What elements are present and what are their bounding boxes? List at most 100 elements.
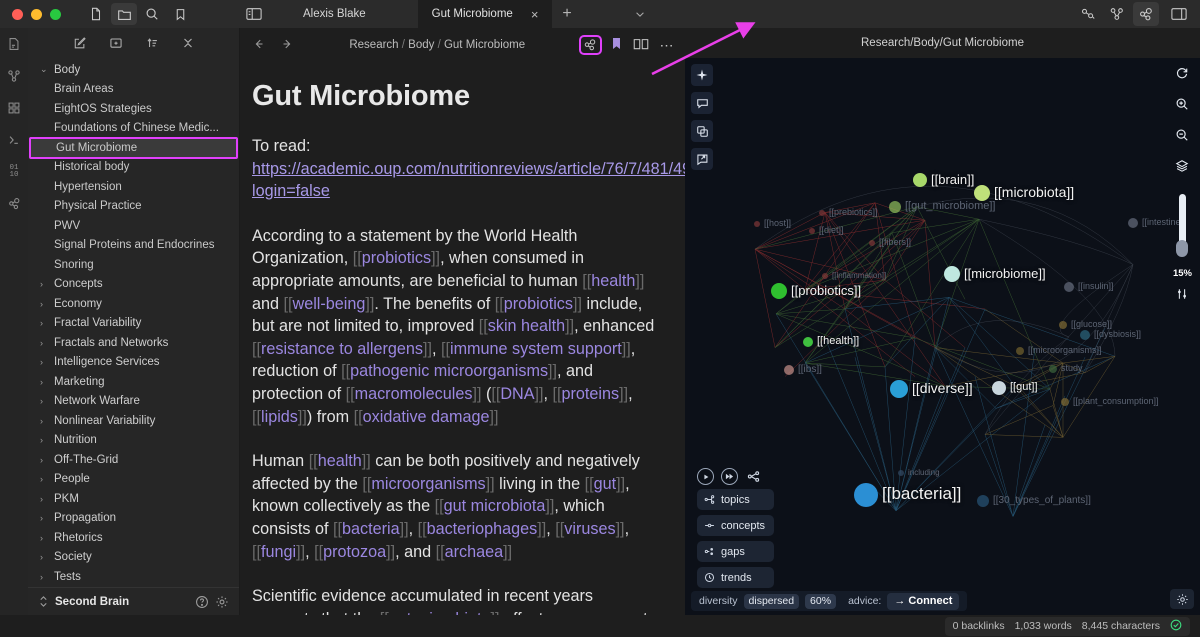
sidebar-item-venture-capital[interactable]: ›Venture Capital bbox=[28, 587, 239, 588]
chevron-right-icon[interactable]: › bbox=[40, 299, 54, 309]
sidebar-item-society[interactable]: ›Society bbox=[28, 548, 239, 568]
wikilink[interactable]: pathogenic microorganisms bbox=[350, 362, 548, 380]
folder-icon[interactable] bbox=[111, 3, 137, 25]
graph-node[interactable] bbox=[1080, 330, 1090, 340]
sparkle-icon[interactable] bbox=[691, 64, 713, 86]
chevron-right-icon[interactable]: › bbox=[40, 552, 54, 562]
breadcrumb[interactable]: Research / Body / Gut Microbiome bbox=[294, 39, 581, 51]
chevron-right-icon[interactable]: › bbox=[40, 455, 54, 465]
chevron-right-icon[interactable]: › bbox=[40, 396, 54, 406]
graph-node[interactable] bbox=[809, 228, 815, 234]
vault-switch-icon[interactable] bbox=[38, 595, 49, 608]
sidebar-item-hypertension[interactable]: Hypertension bbox=[28, 177, 239, 197]
sidebar-item-rhetorics[interactable]: ›Rhetorics bbox=[28, 528, 239, 548]
graph-node[interactable] bbox=[1061, 398, 1069, 406]
wikilink[interactable]: immune system support bbox=[450, 340, 622, 358]
chevron-right-icon[interactable]: › bbox=[40, 357, 54, 367]
sidebar-item-fractals-and-networks[interactable]: ›Fractals and Networks bbox=[28, 333, 239, 353]
wikilink[interactable]: fungi bbox=[261, 543, 296, 561]
chevron-down-icon[interactable] bbox=[634, 0, 646, 28]
graph-node[interactable] bbox=[1059, 321, 1067, 329]
graph-node[interactable] bbox=[803, 337, 813, 347]
fast-forward-icon[interactable] bbox=[721, 468, 738, 485]
graph-node[interactable] bbox=[1064, 282, 1074, 292]
wikilink[interactable]: lipids bbox=[261, 408, 298, 426]
sidebar-item-people[interactable]: ›People bbox=[28, 470, 239, 490]
maximize-window-button[interactable] bbox=[50, 9, 61, 20]
zoom-slider-handle[interactable] bbox=[1176, 240, 1188, 257]
graph-node[interactable] bbox=[1128, 218, 1138, 228]
right-sidebar-icon[interactable] bbox=[1166, 2, 1192, 26]
chevron-right-icon[interactable]: › bbox=[40, 416, 54, 426]
sort-icon[interactable] bbox=[145, 36, 159, 50]
breadcrumb-part[interactable]: Body bbox=[408, 39, 434, 51]
folder-tree[interactable]: ⌄BodyBrain AreasEightOS StrategiesFounda… bbox=[28, 54, 239, 587]
chevron-right-icon[interactable]: › bbox=[40, 474, 54, 484]
graph-node[interactable] bbox=[1016, 347, 1024, 355]
graph-node[interactable] bbox=[890, 380, 908, 398]
sidebar-item-propagation[interactable]: ›Propagation bbox=[28, 509, 239, 529]
sidebar-item-physical-practice[interactable]: Physical Practice bbox=[28, 197, 239, 217]
wikilink[interactable]: health bbox=[318, 452, 362, 470]
sidebar-item-economy[interactable]: ›Economy bbox=[28, 294, 239, 314]
open-external-icon[interactable] bbox=[691, 148, 713, 170]
sidebar-item-historical-body[interactable]: Historical body bbox=[28, 158, 239, 178]
graph-node[interactable] bbox=[974, 185, 990, 201]
graph-node[interactable] bbox=[898, 470, 904, 476]
document-icon[interactable] bbox=[3, 34, 25, 54]
sidebar-item-nonlinear-variability[interactable]: ›Nonlinear Variability bbox=[28, 411, 239, 431]
advice-connect-button[interactable]: → Connect bbox=[887, 593, 959, 610]
sidebar-item-snoring[interactable]: Snoring bbox=[28, 255, 239, 275]
window-controls[interactable] bbox=[0, 9, 71, 20]
refresh-icon[interactable] bbox=[1175, 66, 1189, 85]
graph-node[interactable] bbox=[869, 240, 875, 246]
copy-icon[interactable] bbox=[691, 120, 713, 142]
gear-icon[interactable] bbox=[1170, 589, 1194, 609]
sidebar-item-marketing[interactable]: ›Marketing bbox=[28, 372, 239, 392]
graph-node[interactable] bbox=[1049, 365, 1057, 373]
sidebar-item-signal-proteins-and-endocrines[interactable]: Signal Proteins and Endocrines bbox=[28, 236, 239, 256]
graph-node[interactable] bbox=[854, 483, 878, 507]
grid-apps-icon[interactable] bbox=[3, 98, 25, 118]
chevron-right-icon[interactable]: › bbox=[40, 318, 54, 328]
graph-node[interactable] bbox=[754, 221, 760, 227]
network-graph-icon[interactable] bbox=[3, 194, 25, 214]
wikilink[interactable]: health bbox=[591, 272, 635, 290]
graph-view-icon[interactable] bbox=[581, 37, 600, 53]
chevron-right-icon[interactable]: › bbox=[40, 338, 54, 348]
graph-node[interactable] bbox=[913, 173, 927, 187]
wikilink[interactable]: viruses bbox=[564, 520, 615, 538]
graph-node[interactable] bbox=[822, 273, 828, 279]
graph-canvas[interactable]: 15% bbox=[685, 58, 1200, 615]
reading-mode-icon[interactable] bbox=[633, 37, 649, 54]
graph-node[interactable] bbox=[992, 381, 1006, 395]
sidebar-item-off-the-grid[interactable]: ›Off-The-Grid bbox=[28, 450, 239, 470]
wikilink[interactable]: microorganisms bbox=[371, 475, 485, 493]
branch-graph-icon[interactable] bbox=[1104, 2, 1130, 26]
branch-graph-icon[interactable] bbox=[3, 66, 25, 86]
arrow-left-icon[interactable] bbox=[252, 37, 266, 54]
more-options-icon[interactable]: ⋯ bbox=[660, 40, 676, 50]
wikilink[interactable]: protozoa bbox=[323, 543, 386, 561]
vault-footer[interactable]: Second Brain bbox=[28, 587, 239, 615]
tab-gut-microbiome[interactable]: Gut Microbiome × bbox=[418, 0, 553, 28]
sidebar-item-eightos-strategies[interactable]: EightOS Strategies bbox=[28, 99, 239, 119]
network-graph-icon[interactable] bbox=[1133, 2, 1159, 26]
wikilink[interactable]: macromolecules bbox=[355, 385, 473, 403]
breadcrumb-part[interactable]: Gut Microbiome bbox=[444, 39, 525, 51]
graph-node[interactable] bbox=[889, 201, 901, 213]
search-icon[interactable] bbox=[139, 3, 165, 25]
chevron-right-icon[interactable]: › bbox=[40, 533, 54, 543]
sidebar-item-intelligence-services[interactable]: ›Intelligence Services bbox=[28, 353, 239, 373]
sliders-icon[interactable] bbox=[1175, 287, 1189, 306]
graph-node[interactable] bbox=[944, 266, 960, 282]
file-icon[interactable] bbox=[83, 3, 109, 25]
wikilink[interactable]: bacteriophages bbox=[427, 520, 538, 538]
chevron-down-icon[interactable]: ⌄ bbox=[40, 64, 54, 75]
chip-concepts[interactable]: concepts bbox=[697, 515, 774, 536]
wikilink[interactable]: oxidative damage bbox=[363, 408, 490, 426]
split-pane-icon[interactable] bbox=[241, 3, 267, 25]
link-graph-icon[interactable] bbox=[1075, 2, 1101, 26]
zoom-in-icon[interactable] bbox=[1175, 97, 1189, 116]
wikilink[interactable]: gut bbox=[594, 475, 617, 493]
